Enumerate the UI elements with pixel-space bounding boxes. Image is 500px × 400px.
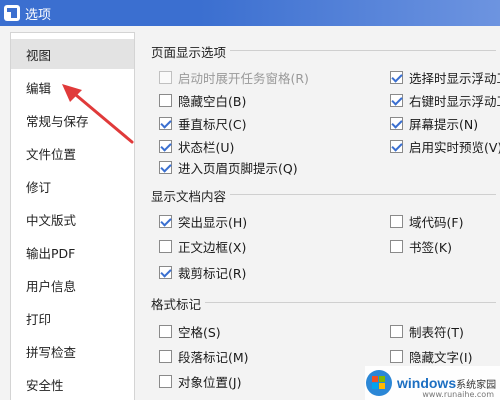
group-title-page-display: 页面显示选项	[151, 42, 231, 61]
option-label: 突出显示(H)	[178, 215, 248, 230]
sidebar: 视图 编辑 常规与保存 文件位置 修订 中文版式 输出PDF 用户信息 打印 拼…	[10, 32, 135, 400]
option-live-preview[interactable]: 启用实时预览(V)	[390, 137, 500, 156]
title-bar-fill	[200, 0, 500, 26]
option-header-footer-hint[interactable]: 进入页眉页脚提示(Q)	[159, 158, 298, 177]
checkbox[interactable]	[159, 117, 172, 130]
option-float-toolbar-rightclick[interactable]: 右键时显示浮动工	[390, 91, 500, 110]
option-screen-tips[interactable]: 屏幕提示(N)	[390, 114, 478, 133]
sidebar-item-general-save[interactable]: 常规与保存	[11, 105, 134, 135]
option-paragraph-marks[interactable]: 段落标记(M)	[159, 347, 249, 366]
group-title-format-marks: 格式标记	[151, 294, 206, 313]
sidebar-item-file-location[interactable]: 文件位置	[11, 138, 134, 168]
watermark-url: www.runaihe.com	[422, 390, 494, 399]
checkbox[interactable]	[390, 140, 403, 153]
options-content: 页面显示选项 启动时展开任务窗格(R) 隐藏空白(B) 垂直标尺(C) 状态栏(…	[145, 26, 500, 400]
option-tab-characters[interactable]: 制表符(T)	[390, 322, 464, 341]
sidebar-item-label: 编辑	[26, 80, 52, 96]
sidebar-item-label: 拼写检查	[26, 344, 77, 360]
sidebar-item-label: 修订	[26, 179, 52, 195]
window-title: 选项	[25, 7, 52, 23]
sidebar-item-view[interactable]: 视图	[11, 39, 134, 69]
checkbox[interactable]	[390, 71, 403, 84]
checkbox[interactable]	[390, 215, 403, 228]
option-object-anchors[interactable]: 对象位置(J)	[159, 372, 241, 391]
sidebar-item-label: 中文版式	[26, 212, 77, 228]
watermark: windows系统家园 www.runaihe.com	[365, 366, 500, 400]
sidebar-item-user-info[interactable]: 用户信息	[11, 270, 134, 300]
sidebar-item-label: 安全性	[26, 377, 64, 393]
option-spaces[interactable]: 空格(S)	[159, 322, 221, 341]
checkbox[interactable]	[159, 375, 172, 388]
checkbox[interactable]	[159, 161, 172, 174]
option-highlight[interactable]: 突出显示(H)	[159, 212, 247, 231]
option-label: 段落标记(M)	[178, 350, 249, 365]
sidebar-item-export-pdf[interactable]: 输出PDF	[11, 237, 134, 267]
checkbox[interactable]	[159, 350, 172, 363]
sidebar-item-security[interactable]: 安全性	[11, 369, 134, 399]
sidebar-item-label: 视图	[26, 47, 52, 63]
option-text-boundaries[interactable]: 正文边框(X)	[159, 237, 246, 256]
checkbox[interactable]	[390, 94, 403, 107]
checkbox[interactable]	[159, 140, 172, 153]
option-label: 启动时展开任务窗格(R)	[178, 71, 309, 86]
option-expand-task-pane[interactable]: 启动时展开任务窗格(R)	[159, 68, 309, 87]
option-status-bar[interactable]: 状态栏(U)	[159, 137, 234, 156]
checkbox[interactable]	[159, 71, 172, 84]
option-label: 垂直标尺(C)	[178, 117, 247, 132]
sidebar-item-label: 打印	[26, 311, 52, 327]
sidebar-item-print[interactable]: 打印	[11, 303, 134, 333]
app-icon	[4, 5, 20, 21]
option-float-toolbar-select[interactable]: 选择时显示浮动工	[390, 68, 500, 87]
watermark-brand: windows	[397, 375, 457, 391]
checkbox[interactable]	[159, 240, 172, 253]
option-field-codes[interactable]: 域代码(F)	[390, 212, 463, 231]
option-label: 对象位置(J)	[178, 375, 242, 390]
option-crop-marks[interactable]: 裁剪标记(R)	[159, 263, 246, 282]
option-label: 域代码(F)	[409, 215, 464, 230]
sidebar-item-label: 文件位置	[26, 146, 77, 162]
option-hide-blank[interactable]: 隐藏空白(B)	[159, 91, 246, 110]
option-label: 启用实时预览(V)	[409, 140, 500, 155]
checkbox[interactable]	[159, 94, 172, 107]
option-label: 选择时显示浮动工	[409, 71, 500, 86]
option-label: 隐藏文字(I)	[409, 350, 473, 365]
option-vertical-ruler[interactable]: 垂直标尺(C)	[159, 114, 246, 133]
option-hidden-text[interactable]: 隐藏文字(I)	[390, 347, 472, 366]
checkbox[interactable]	[159, 266, 172, 279]
checkbox[interactable]	[390, 325, 403, 338]
checkbox[interactable]	[159, 325, 172, 338]
sidebar-item-revision[interactable]: 修订	[11, 171, 134, 201]
title-bar: 选项	[0, 0, 500, 26]
sidebar-item-label: 用户信息	[26, 278, 77, 294]
option-label: 屏幕提示(N)	[409, 117, 479, 132]
sidebar-item-edit[interactable]: 编辑	[11, 72, 134, 102]
option-label: 正文边框(X)	[178, 240, 247, 255]
sidebar-item-chinese-layout[interactable]: 中文版式	[11, 204, 134, 234]
option-label: 制表符(T)	[409, 325, 464, 340]
option-label: 空格(S)	[178, 325, 221, 340]
checkbox[interactable]	[390, 240, 403, 253]
option-label: 隐藏空白(B)	[178, 94, 247, 109]
sidebar-item-spell-check[interactable]: 拼写检查	[11, 336, 134, 366]
group-title-doc-content: 显示文档内容	[151, 186, 231, 205]
checkbox[interactable]	[159, 215, 172, 228]
option-label: 状态栏(U)	[178, 140, 235, 155]
windows-logo-icon	[366, 370, 392, 396]
options-dialog: 视图 编辑 常规与保存 文件位置 修订 中文版式 输出PDF 用户信息 打印 拼…	[0, 26, 500, 400]
watermark-text: windows系统家园	[397, 375, 496, 391]
sidebar-item-label: 输出PDF	[26, 245, 76, 261]
checkbox[interactable]	[390, 350, 403, 363]
option-label: 进入页眉页脚提示(Q)	[178, 161, 298, 176]
checkbox[interactable]	[390, 117, 403, 130]
option-label: 书签(K)	[409, 240, 452, 255]
option-label: 右键时显示浮动工	[409, 94, 500, 109]
option-label: 裁剪标记(R)	[178, 266, 247, 281]
sidebar-item-label: 常规与保存	[26, 113, 89, 129]
option-bookmarks[interactable]: 书签(K)	[390, 237, 452, 256]
